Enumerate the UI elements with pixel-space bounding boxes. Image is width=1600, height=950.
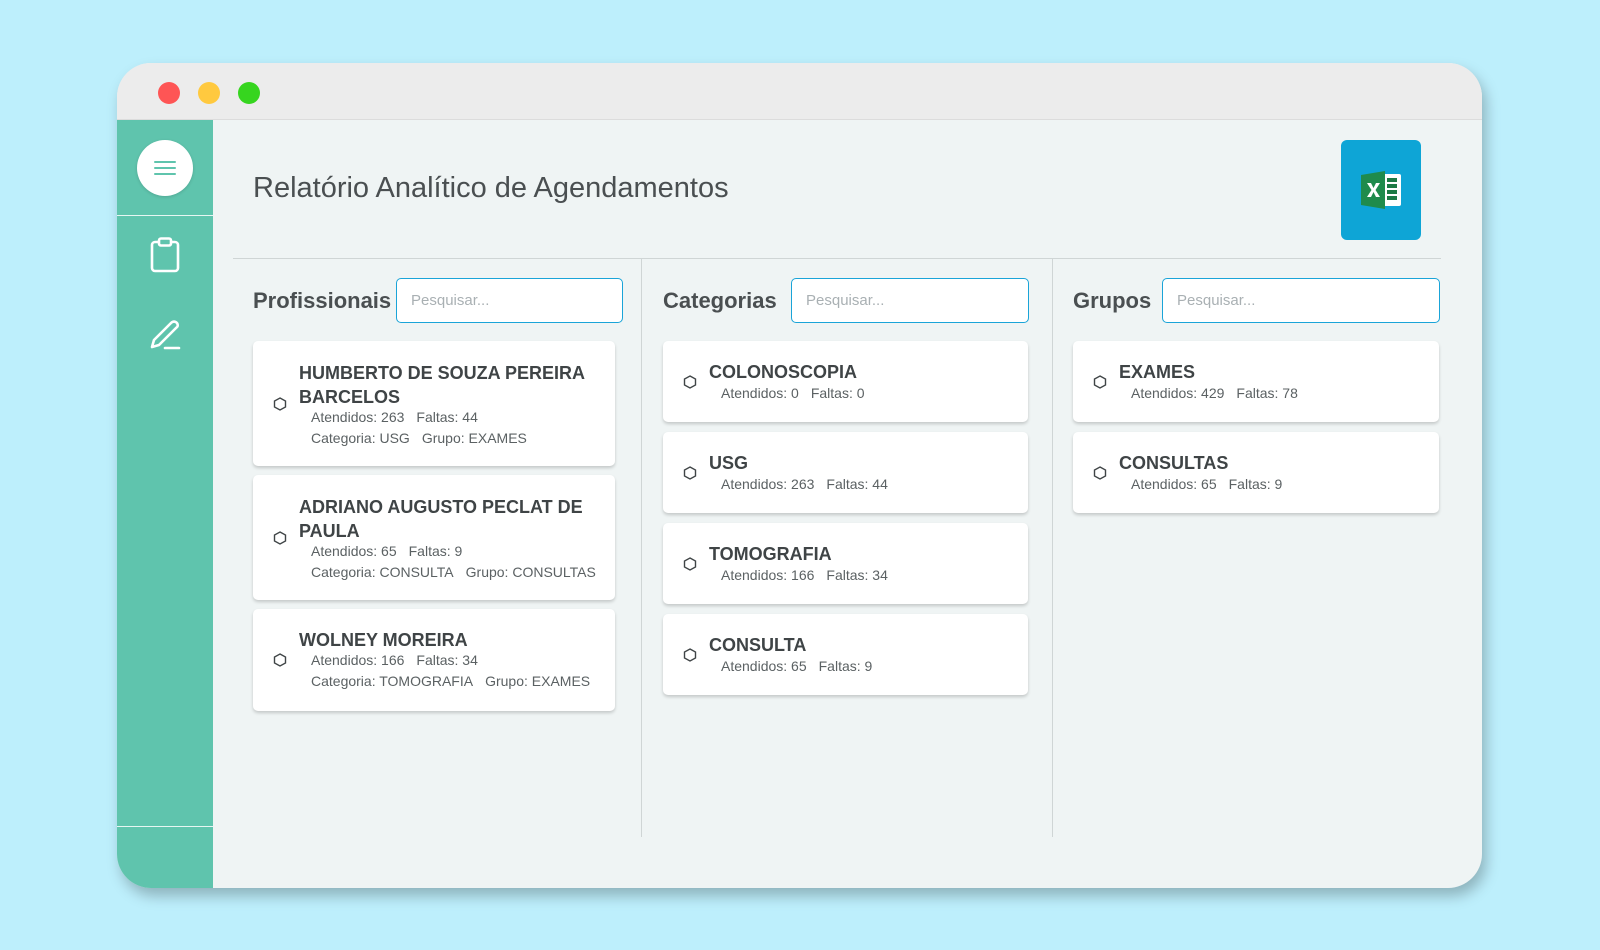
profissionais-header: Profissionais (253, 278, 623, 323)
categorias-title: Categorias (663, 287, 777, 313)
hexagon-icon (683, 375, 697, 389)
title-bar (117, 63, 1482, 120)
categorias-header: Categorias (663, 278, 1029, 323)
app-window: Relatório Analítico de Agendamentos Prof… (117, 63, 1482, 888)
profissional-classification: Categoria: CONSULTA Grupo: CONSULTAS (311, 564, 596, 580)
grupo-card[interactable]: EXAMES Atendidos: 429 Faltas: 78 (1073, 341, 1439, 422)
maximize-window-button[interactable] (238, 82, 260, 104)
profissional-stats: Atendidos: 166 Faltas: 34 (311, 652, 478, 668)
profissional-stats: Atendidos: 263 Faltas: 44 (311, 409, 478, 425)
hexagon-icon (273, 653, 287, 667)
close-window-button[interactable] (158, 82, 180, 104)
hexagon-icon (683, 466, 697, 480)
excel-icon (1361, 171, 1401, 209)
profissional-card[interactable]: WOLNEY MOREIRA Atendidos: 166 Faltas: 34 … (253, 609, 615, 711)
hexagon-icon (273, 531, 287, 545)
grupo-card[interactable]: CONSULTAS Atendidos: 65 Faltas: 9 (1073, 432, 1439, 513)
hexagon-icon (1093, 466, 1107, 480)
grupos-title: Grupos (1073, 287, 1152, 313)
profissionais-search-input[interactable] (396, 278, 623, 323)
minimize-window-button[interactable] (198, 82, 220, 104)
categoria-name: CONSULTA (709, 635, 807, 655)
hexagon-icon (683, 557, 697, 571)
header-divider (233, 258, 1441, 259)
grupo-stats: Atendidos: 429 Faltas: 78 (1131, 385, 1298, 401)
categoria-card[interactable]: CONSULTA Atendidos: 65 Faltas: 9 (663, 614, 1028, 695)
grupo-name: CONSULTAS (1119, 453, 1229, 473)
column-divider (1052, 259, 1053, 837)
sidebar (117, 120, 213, 888)
sidebar-item-reports[interactable] (147, 237, 183, 273)
categorias-search-input[interactable] (791, 278, 1029, 323)
profissional-name: HUMBERTO DE SOUZA PEREIRA BARCELOS (299, 363, 586, 407)
categoria-stats: Atendidos: 65 Faltas: 9 (721, 658, 873, 674)
categoria-card[interactable]: TOMOGRAFIA Atendidos: 166 Faltas: 34 (663, 523, 1028, 604)
profissional-name: WOLNEY MOREIRA (299, 630, 468, 650)
menu-icon (154, 161, 176, 175)
categoria-card[interactable]: USG Atendidos: 263 Faltas: 44 (663, 432, 1028, 513)
hexagon-icon (273, 397, 287, 411)
categoria-card[interactable]: COLONOSCOPIA Atendidos: 0 Faltas: 0 (663, 341, 1028, 422)
sidebar-divider (117, 826, 213, 827)
page-title: Relatório Analítico de Agendamentos (253, 172, 729, 204)
categoria-stats: Atendidos: 0 Faltas: 0 (721, 385, 865, 401)
profissional-card[interactable]: HUMBERTO DE SOUZA PEREIRA BARCELOS Atend… (253, 341, 615, 466)
column-divider (641, 259, 642, 837)
profissional-card[interactable]: ADRIANO AUGUSTO PECLAT DE PAULA Atendido… (253, 475, 615, 600)
grupos-search-input[interactable] (1162, 278, 1440, 323)
hexagon-icon (1093, 375, 1107, 389)
profissionais-title: Profissionais (253, 287, 392, 313)
menu-button[interactable] (137, 140, 193, 196)
categoria-name: USG (709, 453, 749, 473)
grupo-stats: Atendidos: 65 Faltas: 9 (1131, 476, 1283, 492)
categoria-stats: Atendidos: 166 Faltas: 34 (721, 567, 888, 583)
profissional-stats: Atendidos: 65 Faltas: 9 (311, 543, 463, 559)
profissional-classification: Categoria: USG Grupo: EXAMES (311, 430, 527, 446)
categoria-name: TOMOGRAFIA (709, 544, 832, 564)
clipboard-icon (150, 237, 180, 273)
categoria-stats: Atendidos: 263 Faltas: 44 (721, 476, 888, 492)
main-content: Relatório Analítico de Agendamentos Prof… (213, 120, 1482, 888)
grupos-header: Grupos (1073, 278, 1440, 323)
export-excel-button[interactable] (1341, 140, 1421, 240)
sidebar-divider (117, 215, 213, 216)
sidebar-item-edit[interactable] (147, 316, 183, 352)
categoria-name: COLONOSCOPIA (709, 362, 858, 382)
grupo-name: EXAMES (1119, 362, 1196, 382)
hexagon-icon (683, 648, 697, 662)
profissional-name: ADRIANO AUGUSTO PECLAT DE PAULA (299, 497, 583, 541)
pencil-icon (150, 320, 181, 350)
profissional-classification: Categoria: TOMOGRAFIA Grupo: EXAMES (311, 673, 591, 689)
